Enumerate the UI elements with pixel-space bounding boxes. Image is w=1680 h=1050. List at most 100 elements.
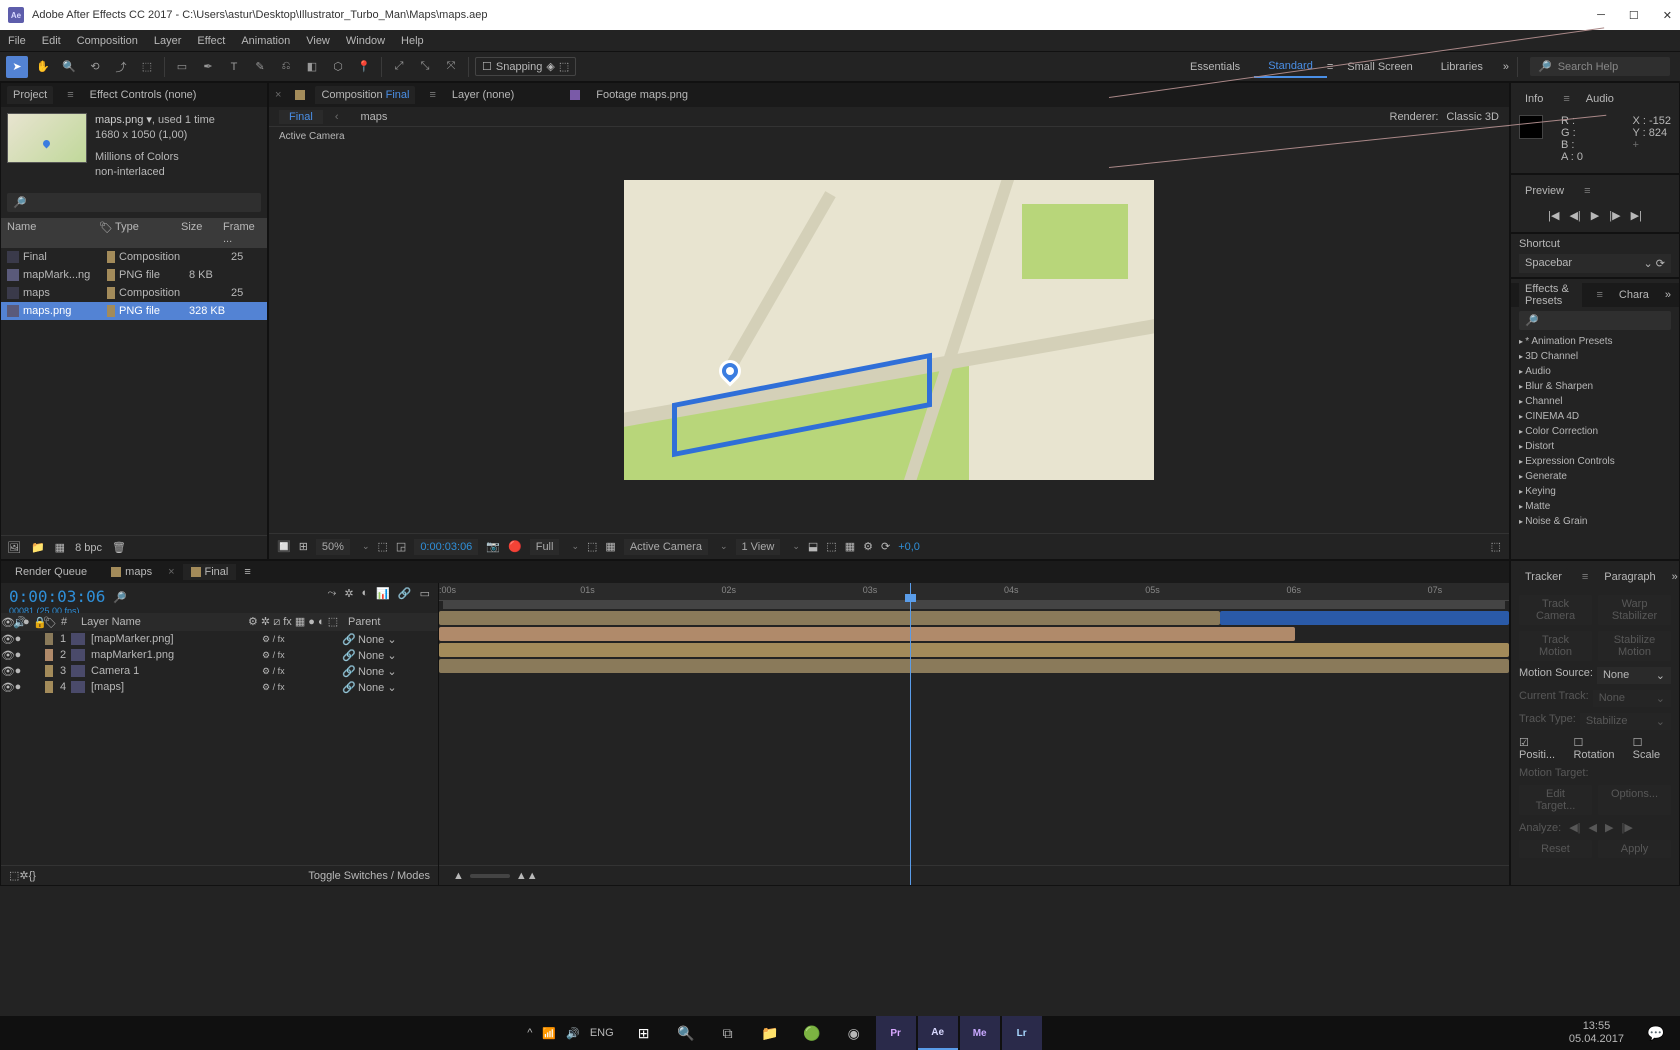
prev-frame-icon[interactable]: ◀| bbox=[1569, 209, 1580, 222]
tracker-menu-icon[interactable]: ≡ bbox=[1582, 571, 1588, 583]
fx-category[interactable]: Blur & Sharpen bbox=[1511, 379, 1679, 394]
tab-composition[interactable]: Composition Final bbox=[315, 86, 415, 104]
tl-icon-link[interactable]: 🔗 bbox=[398, 587, 412, 600]
rotate-tool-icon[interactable]: ⤴ bbox=[110, 56, 132, 78]
tl-foot-icon2[interactable]: ✲ bbox=[19, 869, 28, 882]
toggle-switches[interactable]: Toggle Switches / Modes bbox=[308, 870, 430, 882]
rect-tool-icon[interactable]: ▭ bbox=[171, 56, 193, 78]
fx-category[interactable]: Audio bbox=[1511, 364, 1679, 379]
clone-tool-icon[interactable]: ⎌ bbox=[275, 56, 297, 78]
tl-foot-icon1[interactable]: ⬚ bbox=[9, 869, 19, 882]
axis-local-icon[interactable]: ⤢ bbox=[388, 56, 410, 78]
tab-tracker[interactable]: Tracker bbox=[1519, 568, 1568, 586]
cb-rotation[interactable]: ☐ Rotation bbox=[1573, 736, 1624, 761]
preview-menu-icon[interactable]: ≡ bbox=[1584, 185, 1590, 197]
menu-file[interactable]: File bbox=[8, 35, 26, 47]
shortcut-select[interactable]: Spacebar⌄ ⟳ bbox=[1519, 254, 1671, 273]
tray-lang[interactable]: ENG bbox=[590, 1027, 614, 1039]
exposure-value[interactable]: +0,0 bbox=[898, 541, 920, 553]
camera-tool-icon[interactable]: ⬚ bbox=[136, 56, 158, 78]
fx-menu-icon[interactable]: ≡ bbox=[1596, 289, 1602, 301]
stabilize-motion-button[interactable]: Stabilize Motion bbox=[1598, 631, 1671, 661]
bpc-label[interactable]: 8 bpc bbox=[75, 542, 102, 554]
layer-row[interactable]: 👁● 2 mapMarker1.png ⚙ / fx 🔗 None ⌄ bbox=[1, 647, 438, 663]
snap-opt2-icon[interactable]: ⬚ bbox=[559, 60, 569, 73]
current-track-select[interactable]: None⌄ bbox=[1593, 690, 1671, 707]
info-menu-icon[interactable]: ≡ bbox=[1563, 93, 1569, 105]
footage-name[interactable]: maps.png ▾ bbox=[95, 114, 152, 126]
fast-preview-icon[interactable]: ⬚ bbox=[1491, 540, 1501, 553]
axis-view-icon[interactable]: ⤧ bbox=[440, 56, 462, 78]
exposure-reset-icon[interactable]: ⟳ bbox=[881, 540, 890, 553]
close-button[interactable]: ✕ bbox=[1663, 9, 1672, 22]
viewport[interactable] bbox=[624, 180, 1154, 480]
tab-effects[interactable]: Effects & Presets bbox=[1519, 280, 1582, 310]
start-button[interactable]: ⊞ bbox=[624, 1016, 664, 1050]
folder-icon[interactable]: 📁 bbox=[31, 541, 45, 554]
menu-help[interactable]: Help bbox=[401, 35, 424, 47]
fx-category[interactable]: Matte bbox=[1511, 499, 1679, 514]
tab-tl-final[interactable]: Final bbox=[183, 564, 237, 580]
fx-category[interactable]: * Animation Presets bbox=[1511, 334, 1679, 349]
roi-icon[interactable]: ⬚ bbox=[587, 540, 597, 553]
tray-vol-icon[interactable]: 🔊 bbox=[566, 1027, 580, 1040]
motion-source-select[interactable]: None⌄ bbox=[1597, 667, 1671, 684]
track-camera-button[interactable]: Track Camera bbox=[1519, 595, 1592, 625]
app-icon[interactable]: ◉ bbox=[834, 1016, 874, 1050]
search-help[interactable]: 🔎 Search Help bbox=[1530, 57, 1670, 76]
fx-category[interactable]: Generate bbox=[1511, 469, 1679, 484]
zoom-slider[interactable] bbox=[470, 874, 510, 878]
warp-stabilizer-button[interactable]: Warp Stabilizer bbox=[1598, 595, 1671, 625]
options-button[interactable]: Options... bbox=[1598, 785, 1671, 815]
fx-category[interactable]: Channel bbox=[1511, 394, 1679, 409]
res-select[interactable]: Full bbox=[530, 539, 560, 555]
fx-category[interactable]: Color Correction bbox=[1511, 424, 1679, 439]
clock-time[interactable]: 13:55 bbox=[1569, 1020, 1624, 1033]
tab-character[interactable]: Chara bbox=[1613, 286, 1655, 304]
res-icon1[interactable]: ⬚ bbox=[378, 540, 388, 553]
reset-button[interactable]: Reset bbox=[1519, 840, 1592, 858]
tab-layer[interactable]: Layer (none) bbox=[446, 86, 520, 104]
layer-row[interactable]: 👁● 4 [maps] ⚙ / fx 🔗 None ⌄ bbox=[1, 679, 438, 695]
fx-category[interactable]: Keying bbox=[1511, 484, 1679, 499]
tab-footage[interactable]: Footage maps.png bbox=[590, 86, 694, 104]
tl-icon-shy[interactable]: ⤳ bbox=[328, 587, 337, 600]
snapshot-icon[interactable]: 📷 bbox=[486, 540, 500, 553]
first-frame-icon[interactable]: |◀ bbox=[1548, 209, 1559, 222]
search-taskbar-icon[interactable]: 🔍 bbox=[666, 1016, 706, 1050]
zoom-tool-icon[interactable]: 🔍 bbox=[58, 56, 80, 78]
text-tool-icon[interactable]: T bbox=[223, 56, 245, 78]
tray-up-icon[interactable]: ^ bbox=[527, 1027, 532, 1039]
brush-tool-icon[interactable]: ✎ bbox=[249, 56, 271, 78]
zoom-select[interactable]: 50% bbox=[316, 539, 350, 555]
vb-icon2[interactable]: ⬚ bbox=[826, 540, 836, 553]
view-select[interactable]: 1 View bbox=[736, 539, 781, 555]
subtab-maps[interactable]: maps bbox=[351, 110, 398, 124]
time-display[interactable]: 0:00:03:06 bbox=[414, 539, 478, 555]
project-item[interactable]: maps Composition 25 bbox=[1, 284, 267, 302]
last-frame-icon[interactable]: ▶| bbox=[1631, 209, 1642, 222]
ws-libraries[interactable]: Libraries bbox=[1427, 57, 1497, 77]
vb-icon3[interactable]: ▦ bbox=[845, 540, 855, 553]
time-ruler[interactable]: :00s01s02s03s04s05s06s07s bbox=[439, 583, 1509, 601]
track-bar[interactable] bbox=[439, 643, 1509, 657]
axis-world-icon[interactable]: ⤡ bbox=[414, 56, 436, 78]
project-item[interactable]: Final Composition 25 bbox=[1, 248, 267, 266]
fx-category[interactable]: Expression Controls bbox=[1511, 454, 1679, 469]
tray-net-icon[interactable]: 📶 bbox=[542, 1027, 556, 1040]
tl-search-icon[interactable]: 🔎 bbox=[113, 591, 127, 604]
notifications-icon[interactable]: 💬 bbox=[1636, 1016, 1676, 1050]
minimize-button[interactable]: ─ bbox=[1597, 9, 1605, 22]
tl-menu-icon[interactable]: ≡ bbox=[244, 566, 250, 578]
track-bar[interactable] bbox=[439, 659, 1509, 673]
project-item[interactable]: mapMark...ng PNG file 8 KB bbox=[1, 266, 267, 284]
fx-search[interactable]: 🔎 bbox=[1519, 311, 1671, 330]
tab-render-queue[interactable]: Render Queue bbox=[7, 564, 95, 580]
tl-icon-graph[interactable]: 📊 bbox=[376, 587, 390, 600]
ws-overflow-icon[interactable]: » bbox=[1497, 61, 1515, 73]
tab-audio[interactable]: Audio bbox=[1580, 90, 1620, 108]
selection-tool-icon[interactable]: ➤ bbox=[6, 56, 28, 78]
tl-icon-rect[interactable]: ▭ bbox=[420, 587, 430, 600]
analyze-fwd1-icon[interactable]: ▶ bbox=[1605, 821, 1613, 834]
explorer-icon[interactable]: 📁 bbox=[750, 1016, 790, 1050]
